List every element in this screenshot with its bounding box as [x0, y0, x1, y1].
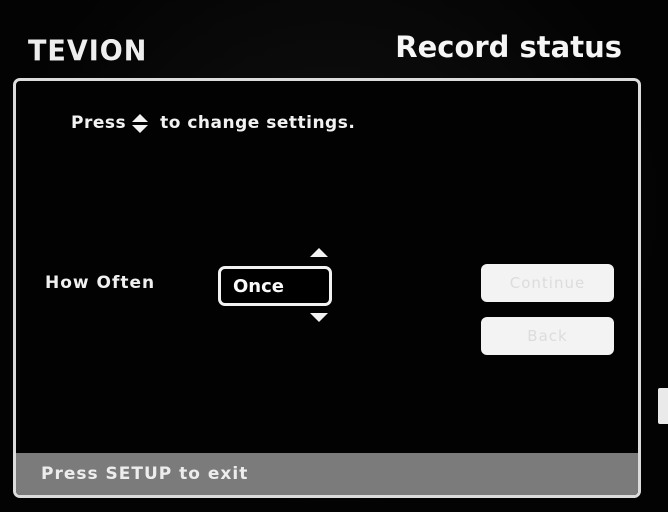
settings-panel: Press to change settings. How Often Once…	[13, 78, 641, 498]
instruction-prefix: Press	[71, 113, 127, 133]
status-bar: Press SETUP to exit	[16, 453, 638, 495]
page-title: Record status	[395, 30, 622, 64]
instruction-text: Press to change settings.	[71, 113, 355, 133]
exit-hint: Press SETUP to exit	[41, 464, 249, 484]
offscreen-element-fragment	[658, 388, 668, 424]
continue-button[interactable]: Continue	[481, 264, 614, 302]
up-arrow-icon[interactable]	[310, 248, 328, 257]
back-button[interactable]: Back	[481, 317, 614, 355]
instruction-suffix: to change settings.	[160, 113, 356, 133]
down-arrow-icon[interactable]	[310, 313, 328, 322]
how-often-label: How Often	[45, 273, 156, 293]
how-often-value: Once	[233, 275, 284, 297]
up-down-arrows-icon	[132, 113, 149, 133]
brand-logo: TEVION	[28, 35, 148, 68]
how-often-selector[interactable]: Once	[218, 266, 332, 306]
